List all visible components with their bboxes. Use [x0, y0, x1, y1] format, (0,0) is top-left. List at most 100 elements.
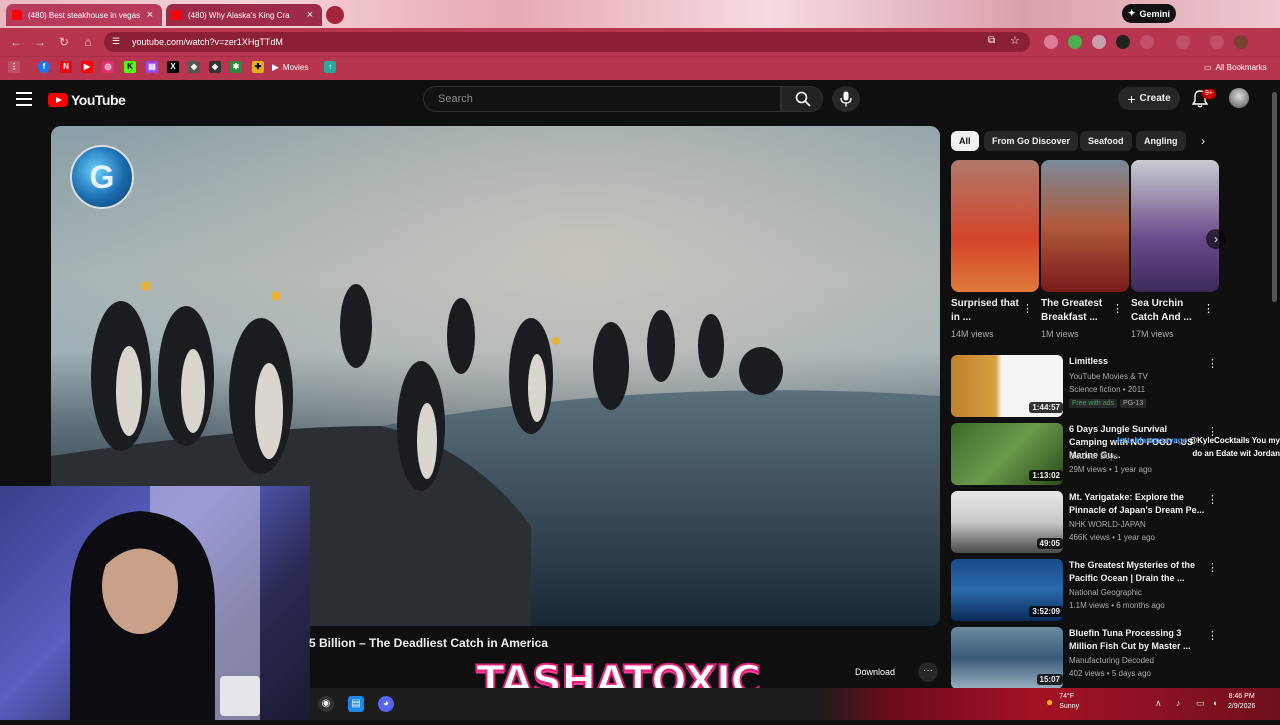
more-vert-icon[interactable]: ⋮	[1112, 302, 1123, 315]
recommendation-item[interactable]: 49:05 Mt. Yarigatake: Explore the Pinnac…	[951, 491, 1263, 553]
discord-icon[interactable]: ◕	[378, 696, 394, 712]
x-bookmark-icon[interactable]: X	[167, 61, 179, 73]
page-scrollbar-thumb[interactable]	[1272, 92, 1277, 302]
recommendation-item[interactable]: 3:52:09 The Greatest Mysteries of the Pa…	[951, 559, 1263, 621]
hamburger-menu-icon[interactable]	[16, 92, 32, 106]
close-tab-icon[interactable]: ×	[144, 9, 156, 21]
short-thumbnail[interactable]	[1131, 160, 1219, 292]
search-button[interactable]	[781, 86, 823, 112]
facebook-bookmark-icon[interactable]: f	[38, 61, 50, 73]
close-tab-icon[interactable]: ×	[304, 9, 316, 21]
chevron-right-icon[interactable]: ›	[1206, 229, 1226, 249]
sparkle-icon: ✦	[1127, 8, 1136, 18]
video-meta: Science fiction • 2011	[1069, 385, 1146, 394]
weather-condition: Sunny	[1059, 703, 1080, 710]
chip-from-go-discover[interactable]: From Go Discover	[984, 131, 1079, 151]
channel-name[interactable]: YouTube Movies & TV	[1069, 372, 1148, 381]
extension-icon[interactable]	[1176, 35, 1190, 49]
video-title[interactable]: Bluefin Tuna Processing 3 Million Fish C…	[1069, 627, 1207, 653]
bookmark-icon[interactable]: ◆	[188, 61, 200, 73]
obs-icon[interactable]: ◉	[318, 696, 334, 712]
extension-icon[interactable]	[1140, 35, 1154, 49]
address-bar[interactable]: ☰ youtube.com/watch?v=zer1XHgTTdM	[104, 32, 1030, 52]
instagram-bookmark-icon[interactable]: ◎	[102, 61, 114, 73]
movies-bookmark[interactable]: ▶ Movies	[272, 60, 308, 74]
bookmark-icon[interactable]: ✚	[252, 61, 264, 73]
channel-name[interactable]: NHK WORLD-JAPAN	[1069, 520, 1146, 529]
create-label: Create	[1139, 93, 1171, 104]
more-vert-icon[interactable]: ⋮	[1207, 493, 1218, 506]
bookmark-icon[interactable]: ✱	[230, 61, 242, 73]
video-title[interactable]: Mt. Yarigatake: Explore the Pinnacle of …	[1069, 491, 1207, 517]
more-vert-icon[interactable]: ⋮	[1207, 561, 1218, 574]
chevron-right-icon[interactable]: ›	[1196, 134, 1210, 148]
short-thumbnail[interactable]	[951, 160, 1039, 292]
more-vert-icon[interactable]: ⋮	[1203, 302, 1214, 315]
chip-angling[interactable]: Angling	[1136, 131, 1186, 151]
bookmark-icon[interactable]: ↑	[324, 61, 336, 73]
channel-name[interactable]: Manufacturing Decoded	[1069, 656, 1154, 665]
extension-icon[interactable]	[1092, 35, 1106, 49]
chevron-up-icon[interactable]: ∧	[1155, 698, 1162, 709]
kick-bookmark-icon[interactable]: K	[124, 61, 136, 73]
bookmark-icon[interactable]: ◈	[209, 61, 221, 73]
browser-tab-active[interactable]: (480) Why Alaska's King Cra ×	[166, 4, 322, 26]
all-bookmarks-button[interactable]: ▭ All Bookmarks	[1204, 60, 1267, 74]
video-title[interactable]: The Greatest Mysteries of the Pacific Oc…	[1069, 559, 1207, 585]
sun-icon: ●	[1046, 695, 1054, 709]
volume-icon[interactable]: ◖	[1212, 698, 1217, 708]
channel-watermark-logo[interactable]: G	[70, 145, 134, 209]
chip-seafood[interactable]: Seafood	[1080, 131, 1132, 151]
short-title[interactable]: The Greatest Breakfast ...	[1041, 297, 1111, 325]
youtube-logo[interactable]: YouTube	[48, 92, 126, 108]
rating-badge: PG-13	[1120, 399, 1147, 408]
download-button[interactable]: Download	[855, 662, 895, 682]
reload-icon[interactable]: ↻	[56, 34, 72, 50]
notepad-icon[interactable]: ▤	[348, 696, 364, 712]
taskbar-clock[interactable]: 8:46 PM 2/9/2026	[1228, 692, 1255, 712]
extension-icon[interactable]	[1068, 35, 1082, 49]
recommendation-item[interactable]: 15:07 Bluefin Tuna Processing 3 Million …	[951, 627, 1263, 689]
url-text: youtube.com/watch?v=zer1XHgTTdM	[132, 37, 283, 47]
youtube-bookmark-icon[interactable]: ▶	[81, 61, 93, 73]
watermark-letter: G	[89, 158, 115, 195]
video-meta: 1.1M views • 6 months ago	[1069, 601, 1165, 610]
create-button[interactable]: + Create	[1118, 87, 1180, 110]
netflix-bookmark-icon[interactable]: N	[60, 61, 72, 73]
gemini-button[interactable]: ✦ Gemini	[1122, 4, 1176, 23]
chip-all[interactable]: All	[951, 131, 979, 151]
search-input[interactable]: Search	[423, 86, 781, 112]
channel-name[interactable]: National Geographic	[1069, 588, 1142, 597]
extension-icon[interactable]	[1210, 35, 1224, 49]
display-tray-icon[interactable]: ▭	[1196, 698, 1205, 709]
forward-icon[interactable]: →	[32, 34, 48, 50]
extension-icon[interactable]	[1116, 35, 1130, 49]
microphone-icon	[840, 91, 852, 107]
home-icon[interactable]: ⌂	[80, 34, 96, 50]
folder-icon: ▭	[1204, 62, 1212, 72]
apps-icon[interactable]: ⋮	[8, 61, 20, 73]
account-avatar[interactable]	[1229, 88, 1249, 108]
short-title[interactable]: Sea Urchin Catch And ...	[1131, 297, 1201, 325]
video-title[interactable]: Limitless	[1069, 355, 1207, 368]
microphone-tray-icon[interactable]: ♪	[1176, 698, 1181, 708]
recommendation-item[interactable]: 1:44:57 Limitless YouTube Movies & TV Sc…	[951, 355, 1263, 417]
voice-search-button[interactable]	[832, 86, 860, 112]
back-icon[interactable]: ←	[8, 34, 24, 50]
weather-widget[interactable]: ● 74°F Sunny	[1046, 692, 1079, 712]
more-vert-icon[interactable]: ⋮	[1207, 357, 1218, 370]
more-actions-button[interactable]: ···	[918, 662, 938, 682]
short-title[interactable]: Surprised that in ...	[951, 297, 1021, 325]
bookmark-star-icon[interactable]: ☆	[1010, 34, 1020, 47]
extension-icon[interactable]	[1044, 35, 1058, 49]
more-vert-icon[interactable]: ⋮	[1022, 302, 1033, 315]
more-vert-icon[interactable]: ⋮	[1207, 629, 1218, 642]
install-app-icon[interactable]: ⧉	[988, 35, 995, 46]
new-tab-button[interactable]	[326, 6, 344, 24]
video-tags: Free with ads PG-13	[1069, 398, 1149, 408]
twitch-bookmark-icon[interactable]: ▤	[146, 61, 158, 73]
short-thumbnail[interactable]	[1041, 160, 1129, 292]
profile-avatar[interactable]	[1234, 35, 1248, 49]
browser-tab[interactable]: (480) Best steakhouse in vegas ×	[6, 4, 162, 26]
site-info-icon[interactable]: ☰	[112, 36, 124, 48]
